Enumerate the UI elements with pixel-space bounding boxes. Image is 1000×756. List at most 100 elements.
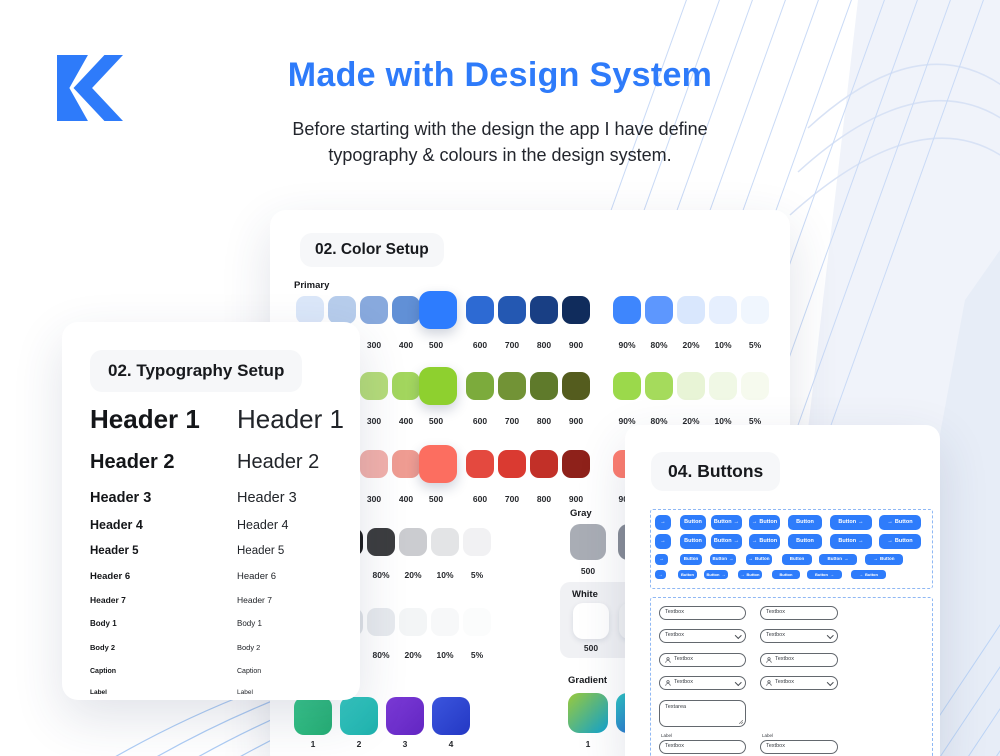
sample-button-label[interactable]: Button [782, 554, 812, 565]
sample-textbox-person-select[interactable]: Textbox [760, 676, 838, 690]
tint-swatch-white-5% [463, 608, 491, 636]
type-sample-bold-8: Body 1 [90, 619, 117, 628]
sample-button-label[interactable]: Button [788, 534, 822, 549]
sample-button-label-arrow[interactable]: Button → [710, 554, 736, 565]
sample-button-arrow-label[interactable]: → Button [865, 554, 903, 565]
sample-button-label-arrow[interactable]: Button → [807, 570, 842, 579]
sample-textbox-person-select[interactable]: Textbox [659, 676, 746, 690]
color-swatch-green-800 [530, 372, 558, 400]
tint-swatch-green-5% [741, 372, 769, 400]
swatch-label: 1 [310, 739, 316, 749]
sample-button-label-arrow[interactable]: Button → [711, 515, 742, 530]
sample-button-label-arrow[interactable]: Button → [830, 515, 872, 530]
sample-textbox-text[interactable]: Textbox [659, 606, 746, 620]
page-subtitle: Before starting with the design the app … [0, 116, 1000, 168]
color-swatch-red-800 [530, 450, 558, 478]
sample-textbox-labeled[interactable]: Textbox [659, 740, 746, 754]
sample-button-arrow-label[interactable]: → Button [749, 515, 780, 530]
type-sample-bold-5: Header 5 [90, 545, 139, 557]
color-swatch-red-500 [419, 445, 457, 483]
sample-button-label[interactable]: Button [680, 515, 706, 530]
sample-button-label-arrow[interactable]: Button → [704, 570, 728, 579]
button-label: Button [706, 571, 720, 577]
sample-button-arrow-label[interactable]: → Button [851, 570, 886, 579]
color-swatch-green-900 [562, 372, 590, 400]
button-label: Button [759, 537, 778, 544]
gradient-section-label: Gradient [568, 675, 608, 686]
sample-button-label[interactable]: Button [772, 570, 800, 579]
tint-swatch-green-80% [645, 372, 673, 400]
color-swatch-blue-900 [562, 296, 590, 324]
tint-swatch-green-20% [677, 372, 705, 400]
tint-swatch-black-10% [431, 528, 459, 556]
color-swatch-blue-400 [392, 296, 420, 324]
sample-textarea[interactable]: Textarea [659, 700, 746, 727]
button-label: Button [827, 556, 843, 562]
button-label: Button [865, 571, 878, 577]
chevron-down-icon [826, 631, 833, 639]
arrow-icon: → [729, 556, 734, 562]
color-swatch-blue-800 [530, 296, 558, 324]
swatch-label: 500 [580, 566, 596, 576]
sample-button-arrow-label[interactable]: → Button [879, 534, 921, 549]
type-sample-bold-3: Header 3 [90, 490, 152, 506]
arrow-icon: → [887, 518, 893, 525]
swatch-label: 500 [428, 416, 444, 426]
swatch-label: 900 [568, 340, 584, 350]
tint-swatch-blue-10% [709, 296, 737, 324]
textbox-label: Textbox [766, 632, 785, 639]
sample-textbox-select[interactable]: Textbox [760, 629, 838, 643]
color-swatch-blue-600 [466, 296, 494, 324]
sample-textbox-labeled[interactable]: Textbox [760, 740, 838, 754]
sample-button-icon[interactable]: → [655, 515, 671, 530]
color-swatch-red-700 [498, 450, 526, 478]
arrow-icon: → [658, 571, 663, 577]
field-label: Label [762, 733, 774, 738]
sample-button-label-arrow[interactable]: Button → [830, 534, 872, 549]
arrow-icon: → [740, 571, 745, 577]
swatch-label: 5% [470, 650, 484, 660]
sample-textbox-select[interactable]: Textbox [659, 629, 746, 643]
page-title: Made with Design System [287, 56, 713, 94]
sample-button-label[interactable]: Button [788, 515, 822, 530]
color-swatch-blue-200 [328, 296, 356, 324]
sample-button-arrow-label[interactable]: → Button [746, 554, 772, 565]
swatch-label: 5% [748, 340, 762, 350]
textbox-label: Textbox [775, 656, 794, 663]
color-swatch-green-400 [392, 372, 420, 400]
sample-textbox-person[interactable]: Textbox [760, 653, 838, 667]
numbered-swatch-2 [340, 697, 378, 735]
sample-textbox-person[interactable]: Textbox [659, 653, 746, 667]
type-sample-regular-4: Header 4 [237, 518, 289, 532]
sample-button-arrow-label[interactable]: → Button [749, 534, 780, 549]
sample-button-arrow-label[interactable]: → Button [738, 570, 762, 579]
arrow-icon: → [733, 518, 740, 525]
type-sample-bold-11: Label [90, 689, 107, 696]
sample-button-icon[interactable]: → [655, 534, 671, 549]
type-sample-regular-8: Body 1 [237, 619, 262, 628]
sample-button-icon[interactable]: → [655, 554, 668, 565]
subtitle-line-2: typography & colours in the design syste… [328, 145, 672, 165]
sample-button-label[interactable]: Button [680, 534, 706, 549]
sample-button-label-arrow[interactable]: Button → [819, 554, 857, 565]
swatch-label: 1 [585, 739, 591, 749]
buttons-card-badge: 04. Buttons [651, 452, 781, 491]
arrow-icon: → [858, 537, 864, 544]
button-label: Button [880, 556, 895, 562]
sample-button-label[interactable]: Button [680, 554, 702, 565]
button-label: Button [796, 518, 814, 525]
button-label: Button [815, 571, 828, 577]
sample-button-label[interactable]: Button [678, 570, 697, 579]
sample-button-icon[interactable]: → [655, 570, 666, 579]
resize-handle-icon[interactable] [738, 719, 744, 725]
button-label: Button [894, 537, 913, 544]
color-swatch-green-600 [466, 372, 494, 400]
type-sample-regular-7: Header 7 [237, 595, 272, 605]
sample-button-label-arrow[interactable]: Button → [711, 534, 742, 549]
swatch-label: 500 [428, 494, 444, 504]
sample-textbox-text[interactable]: Textbox [760, 606, 838, 620]
typography-card: 02. Typography Setup Header 1 Header 1 Hea… [62, 322, 360, 700]
sample-button-arrow-label[interactable]: → Button [879, 515, 921, 530]
primary-section-label: Primary [294, 280, 330, 291]
chevron-down-icon [734, 631, 741, 639]
